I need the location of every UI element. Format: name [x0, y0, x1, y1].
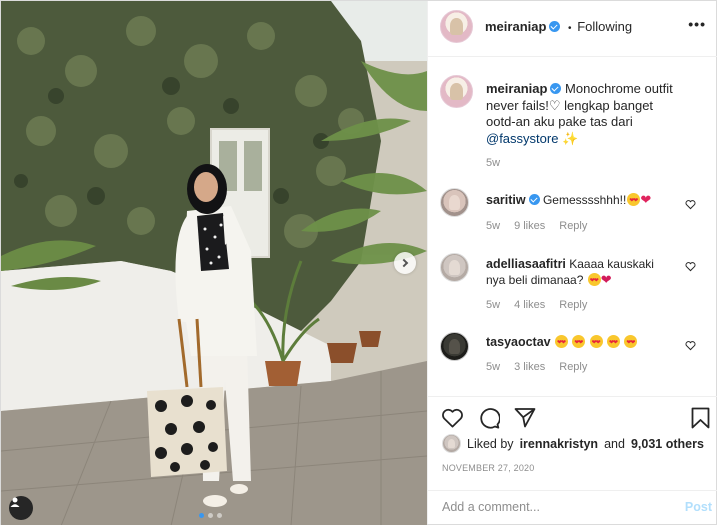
caption-mention-link[interactable]: @fassystore	[486, 131, 558, 146]
share-icon[interactable]	[514, 407, 536, 429]
user-tag-icon	[10, 497, 20, 507]
reply-button[interactable]: Reply	[559, 361, 587, 373]
red-heart-emoji: ❤	[640, 192, 652, 207]
heart-eyes-emoji	[624, 335, 638, 351]
comment-avatar[interactable]	[440, 188, 469, 217]
caption-username[interactable]: meiraniap	[486, 81, 547, 96]
comment-like-heart-icon[interactable]	[685, 340, 696, 351]
post-caption: meiraniap Monochrome outfit never fails!…	[486, 81, 676, 147]
instagram-post: meiraniap • Following ••• meiraniap Mono…	[0, 0, 717, 525]
comment-avatar[interactable]	[440, 253, 469, 282]
post-comment-button[interactable]: Post	[685, 500, 712, 514]
post-actions: Liked by irennakristyn and 9,031 others …	[428, 396, 717, 524]
comment-likes[interactable]: 9 likes	[514, 220, 545, 232]
comment-like-heart-icon[interactable]	[685, 199, 696, 210]
verified-badge-icon	[528, 194, 540, 205]
comment: adelliasaafitri Kaaaa kauskaki nya beli …	[486, 256, 676, 289]
carousel-dot	[199, 513, 204, 518]
comment-icon[interactable]	[478, 407, 500, 429]
carousel-dot	[217, 513, 222, 518]
comment-time[interactable]: 5w	[486, 299, 500, 311]
author-username[interactable]: meiraniap	[485, 19, 546, 34]
comment-text: Gemesssshhh!!	[542, 193, 627, 207]
comment-like-heart-icon[interactable]	[685, 261, 696, 272]
heart-eyes-emoji	[607, 335, 620, 351]
liker-username[interactable]: irennakristyn	[520, 437, 599, 451]
heart-eyes-emoji	[589, 335, 603, 351]
comment-meta: 5w 9 likes Reply	[486, 220, 587, 232]
heart-eyes-emoji	[554, 335, 568, 351]
likes-summary: Liked by irennakristyn and 9,031 others	[442, 434, 704, 453]
user-tag-button[interactable]	[9, 496, 33, 520]
comment-meta: 5w 4 likes Reply	[486, 299, 587, 311]
heart-eyes-emoji	[627, 193, 641, 209]
heart-icon[interactable]	[441, 407, 464, 429]
post-header: meiraniap • Following •••	[428, 1, 717, 57]
post-photo[interactable]	[1, 1, 427, 525]
comment-avatar[interactable]	[440, 332, 469, 361]
liker-avatar[interactable]	[442, 434, 461, 453]
following-button[interactable]: Following	[577, 19, 632, 34]
comment-meta: 5w 3 likes Reply	[486, 361, 587, 373]
photo-illustration	[1, 1, 427, 525]
comment-likes[interactable]: 3 likes	[514, 361, 545, 373]
comment-username[interactable]: saritiw	[486, 193, 526, 207]
comment-likes[interactable]: 4 likes	[514, 299, 545, 311]
separator-dot: •	[568, 23, 572, 34]
more-icon[interactable]: •••	[688, 16, 706, 32]
likes-count[interactable]: 9,031 others	[631, 437, 704, 451]
carousel-dot	[208, 513, 213, 518]
bookmark-icon[interactable]	[691, 407, 710, 429]
caption-time[interactable]: 5w	[486, 157, 500, 169]
reply-button[interactable]: Reply	[559, 299, 587, 311]
comment: saritiw Gemesssshhh!! ❤	[486, 192, 696, 209]
heart-eyes-emoji	[572, 335, 586, 351]
comment-username[interactable]: tasyaoctav	[486, 335, 551, 349]
comment-username[interactable]: adelliasaafitri	[486, 257, 566, 271]
caption-avatar[interactable]	[440, 75, 473, 108]
author-avatar[interactable]	[440, 10, 473, 43]
verified-badge-icon	[549, 21, 561, 32]
comment-time[interactable]: 5w	[486, 361, 500, 373]
chevron-right-icon	[399, 258, 409, 268]
post-side-panel: meiraniap • Following ••• meiraniap Mono…	[427, 1, 717, 524]
header-user-line: meiraniap • Following	[485, 19, 632, 34]
heart-eyes-emoji	[587, 273, 601, 289]
liked-by-prefix: Liked by	[467, 436, 514, 451]
post-date[interactable]: NOVEMBER 27, 2020	[442, 463, 534, 473]
comment-time[interactable]: 5w	[486, 220, 500, 232]
sparkles-emoji: ✨	[562, 130, 579, 146]
carousel-next-button[interactable]	[394, 252, 416, 274]
liked-by-conjunction: and	[604, 436, 625, 451]
carousel-indicator	[199, 513, 222, 518]
comment: tasyaoctav	[486, 334, 696, 351]
comment-input[interactable]	[442, 500, 662, 514]
add-comment-bar: Post	[428, 490, 717, 525]
reply-button[interactable]: Reply	[559, 220, 587, 232]
sparkling-heart-emoji: ❤	[600, 272, 612, 287]
verified-badge-icon	[550, 83, 562, 94]
